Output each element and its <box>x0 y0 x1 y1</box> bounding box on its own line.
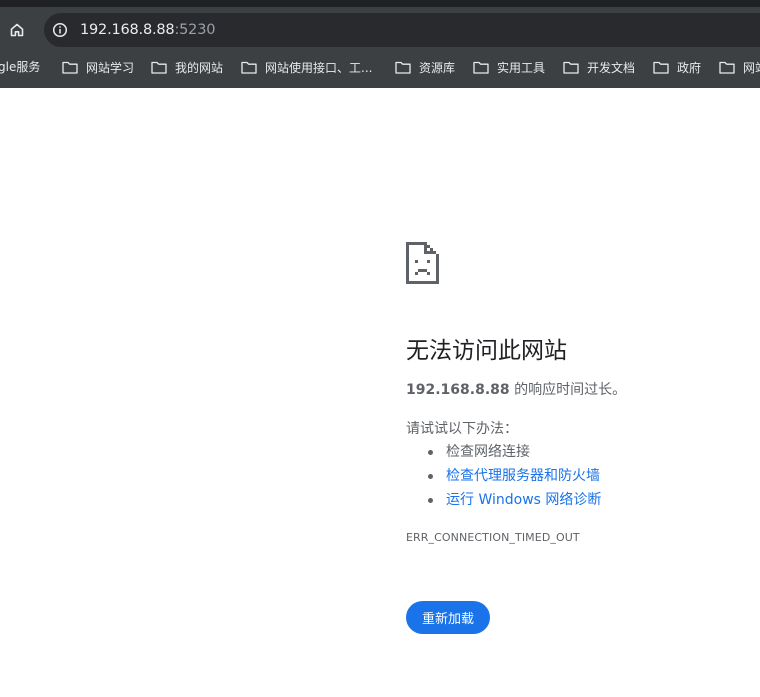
folder-icon <box>241 61 257 74</box>
home-icon <box>10 23 24 37</box>
folder-icon <box>62 61 78 74</box>
url-port: :5230 <box>174 22 216 38</box>
bookmark-folder-site-apis[interactable]: 网站使用接口、工... <box>241 54 372 81</box>
suggestion-check-proxy-link[interactable]: 检查代理服务器和防火墙 <box>406 466 601 490</box>
error-description: 192.168.8.88 的响应时间过长。 <box>406 379 626 399</box>
window-top-strip <box>0 0 760 7</box>
bookmark-label: 政府 <box>677 61 702 75</box>
bookmark-label: gle服务 <box>0 60 41 74</box>
bookmark-folder-tools[interactable]: 实用工具 <box>473 54 545 81</box>
folder-icon <box>563 61 579 74</box>
bookmark-folder-my-sites[interactable]: 我的网站 <box>151 54 223 81</box>
bookmarks-bar: gle服务 网站学习 我的网站 网站使用接口、工... 资源库 实用工具 开发文… <box>0 54 760 88</box>
home-button[interactable] <box>4 16 30 44</box>
reload-button[interactable]: 重新加载 <box>406 601 490 634</box>
url-text[interactable]: 192.168.8.88:5230 <box>80 21 215 39</box>
bookmark-folder-government[interactable]: 政府 <box>653 54 701 81</box>
bookmark-label: 开发文档 <box>587 61 636 75</box>
bookmark-label: 网站使用接口、工... <box>265 61 373 75</box>
error-code: ERR_CONNECTION_TIMED_OUT <box>406 531 580 544</box>
sad-page-icon <box>406 242 439 284</box>
bookmark-google-services[interactable]: gle服务 <box>0 54 40 81</box>
url-host: 192.168.8.88 <box>80 22 175 38</box>
error-desc-suffix: 的响应时间过长。 <box>509 382 627 398</box>
error-host: 192.168.8.88 <box>406 382 510 398</box>
site-info-button[interactable] <box>51 21 69 39</box>
bookmark-label: 网站 <box>743 61 760 75</box>
bookmark-folder-resources[interactable]: 资源库 <box>395 54 455 81</box>
bookmark-label: 我的网站 <box>175 61 224 75</box>
suggestions-list: 检查网络连接 检查代理服务器和防火墙 运行 Windows 网络诊断 <box>406 442 601 514</box>
address-bar[interactable]: 192.168.8.88:5230 <box>44 13 760 47</box>
info-icon <box>52 22 68 38</box>
folder-icon <box>395 61 411 74</box>
bookmark-folder-websites[interactable]: 网站 <box>719 54 760 81</box>
bookmark-folder-web-learning[interactable]: 网站学习 <box>62 54 134 81</box>
bookmark-label: 实用工具 <box>497 61 546 75</box>
suggestion-check-network: 检查网络连接 <box>406 442 601 466</box>
try-suggestions-label: 请试试以下办法： <box>406 421 518 437</box>
browser-toolbar: 192.168.8.88:5230 <box>0 7 760 54</box>
folder-icon <box>653 61 669 74</box>
suggestion-run-diagnostics-link[interactable]: 运行 Windows 网络诊断 <box>406 490 601 514</box>
bookmark-label: 网站学习 <box>86 61 135 75</box>
folder-icon <box>473 61 489 74</box>
error-title: 无法访问此网站 <box>406 338 567 364</box>
folder-icon <box>151 61 167 74</box>
bookmark-label: 资源库 <box>419 61 456 75</box>
folder-icon <box>719 61 735 74</box>
bookmark-folder-dev-docs[interactable]: 开发文档 <box>563 54 635 81</box>
